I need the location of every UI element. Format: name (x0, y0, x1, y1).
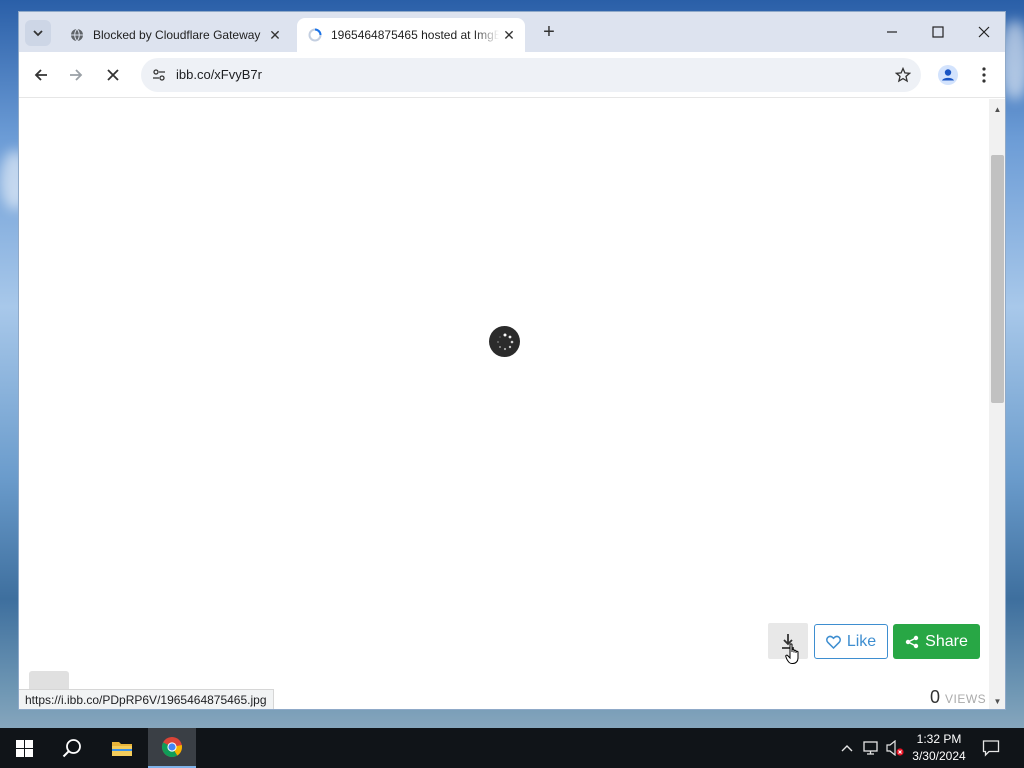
volume-muted-icon[interactable] (885, 738, 905, 758)
browser-window: Blocked by Cloudflare Gateway ✕ 19654648… (18, 11, 1006, 710)
loading-icon (496, 333, 513, 350)
hand-cursor-icon (785, 643, 799, 664)
close-icon[interactable]: ✕ (265, 25, 285, 45)
share-label: Share (925, 632, 968, 650)
plus-icon: + (543, 20, 555, 43)
chrome-taskbar-button[interactable] (148, 728, 196, 768)
views-count: 0 (930, 687, 941, 707)
site-settings-icon[interactable] (149, 65, 169, 85)
maximize-icon (932, 26, 944, 38)
minimize-icon (887, 31, 897, 33)
file-explorer-button[interactable] (98, 728, 146, 768)
tab-search-icon (33, 30, 43, 37)
scroll-up-arrow[interactable]: ▲ (989, 101, 1005, 117)
new-tab-button[interactable]: + (537, 20, 561, 44)
views-counter: 0 VIEWS (930, 687, 986, 708)
search-icon (62, 739, 81, 758)
forward-icon (70, 69, 83, 81)
menu-button[interactable] (970, 61, 998, 89)
profile-icon (938, 65, 958, 85)
clock-time: 1:32 PM (916, 732, 962, 746)
taskbar-search-button[interactable] (48, 728, 96, 768)
like-label: Like (846, 632, 877, 650)
taskbar: 1:32 PM 3/30/2024 (0, 728, 1024, 768)
close-icon (978, 26, 990, 38)
views-label: VIEWS (945, 692, 987, 706)
forward-button[interactable] (62, 61, 90, 89)
loading-spinner (489, 326, 520, 357)
vertical-scrollbar[interactable]: ▲ ▼ (989, 99, 1005, 709)
tab-title: 1965464875465 hosted at ImgBB (331, 28, 499, 42)
tab-title: Blocked by Cloudflare Gateway (93, 28, 261, 42)
chrome-icon (161, 737, 183, 758)
close-window-button[interactable] (961, 12, 1005, 52)
windows-icon (15, 739, 33, 757)
notification-icon[interactable] (981, 738, 1001, 758)
share-button[interactable]: Share (893, 624, 980, 659)
back-icon (34, 69, 47, 81)
url-text: ibb.co/xFvyB7r (176, 67, 262, 82)
scroll-thumb[interactable] (991, 155, 1004, 403)
share-icon (905, 635, 919, 648)
status-bubble: https://i.ibb.co/PDpRP6V/1965464875465.j… (19, 689, 274, 709)
chevron-up-icon[interactable] (837, 738, 857, 758)
tab-search-button[interactable] (25, 20, 51, 46)
clock-date: 3/30/2024 (912, 749, 966, 763)
menu-icon (982, 67, 986, 83)
browser-toolbar: ibb.co/xFvyB7r (19, 52, 1005, 98)
close-icon[interactable]: ✕ (499, 25, 519, 45)
scroll-down-arrow[interactable]: ▼ (989, 693, 1005, 709)
taskbar-clock[interactable]: 1:32 PM 3/30/2024 (906, 731, 972, 765)
tab-imgbb[interactable]: 1965464875465 hosted at ImgBB ✕ (297, 18, 525, 52)
folder-icon (112, 742, 132, 756)
tab-blocked-cloudflare[interactable]: Blocked by Cloudflare Gateway ✕ (59, 18, 291, 52)
back-button[interactable] (27, 61, 55, 89)
stop-button[interactable] (99, 61, 127, 89)
profile-button[interactable] (934, 61, 962, 89)
tab-strip: Blocked by Cloudflare Gateway ✕ 19654648… (19, 12, 1005, 52)
star-icon[interactable] (891, 63, 915, 87)
network-icon[interactable] (861, 738, 881, 758)
start-button[interactable] (0, 728, 48, 768)
globe-icon (69, 27, 85, 43)
like-button[interactable]: Like (814, 624, 888, 659)
page-content: Like Share 0 VIEWS https://i.ibb.co/PDpR… (19, 99, 989, 709)
address-bar[interactable]: ibb.co/xFvyB7r (141, 58, 921, 92)
maximize-button[interactable] (915, 12, 961, 52)
loading-favicon-icon (307, 27, 323, 43)
minimize-button[interactable] (869, 12, 915, 52)
heart-icon (825, 635, 841, 649)
stop-icon (107, 69, 119, 81)
